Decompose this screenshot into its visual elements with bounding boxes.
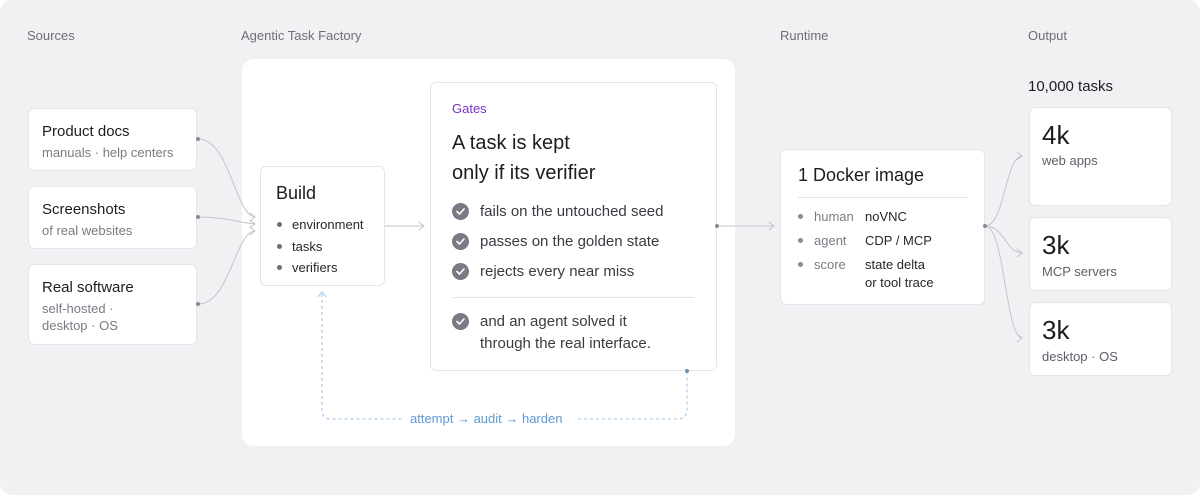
arrowhead-icon <box>1016 333 1023 343</box>
gate-check-item: passes on the golden state <box>452 231 659 253</box>
gates-divider <box>452 297 694 298</box>
runtime-row-agent: agent CDP / MCP <box>798 232 965 250</box>
runtime-value: CDP / MCP <box>865 233 932 248</box>
runtime-row-score: score state delta or tool trace <box>798 256 965 292</box>
gates-card: Gates A task is kept only if its verifie… <box>430 82 717 371</box>
build-item-label: environment <box>292 217 364 232</box>
build-item-label: tasks <box>292 238 323 254</box>
bullet-dot-icon <box>798 238 803 243</box>
build-title: Build <box>276 183 317 203</box>
gate-check-item: rejects every near miss <box>452 261 634 283</box>
output-count: 3k <box>1042 230 1070 260</box>
gate-check-label: fails on the untouched seed <box>480 203 664 220</box>
source-card-product-docs: Product docs manuals · help centers <box>28 108 197 171</box>
output-card-desktop-os: 3k desktop · OS <box>1029 302 1172 376</box>
gates-headline: A task is kept only if its verifier <box>452 128 595 188</box>
source-subtitle-line1: self-hosted · <box>42 301 114 316</box>
build-card: Build environment tasks verifiers <box>260 166 385 286</box>
runtime-key: agent <box>814 233 847 248</box>
bullet-dot-icon <box>798 262 803 267</box>
arrowhead-icon <box>1016 151 1023 161</box>
gates-headline-line2: only if its verifier <box>452 162 596 184</box>
source-subtitle-line2: desktop · OS <box>42 318 118 333</box>
arrowhead-icon <box>1016 248 1023 258</box>
check-circle-icon <box>452 203 469 220</box>
build-item: verifiers <box>277 257 364 279</box>
source-title: Screenshots <box>42 201 126 218</box>
gate-check-item: fails on the untouched seed <box>452 201 663 223</box>
build-item: environment <box>277 214 364 236</box>
column-label-output: Output <box>1028 28 1068 43</box>
build-list: environment tasks verifiers <box>277 214 364 279</box>
runtime-value: noVNC <box>865 209 907 224</box>
gate-final-check-line2: through the real interface. <box>480 335 651 352</box>
runtime-value: state delta or tool trace <box>865 256 965 292</box>
gate-final-check-label: and an agent solved it through the real … <box>480 311 651 355</box>
output-label: MCP servers <box>1042 264 1117 279</box>
column-label-factory: Agentic Task Factory <box>241 28 362 43</box>
source-card-screenshots: Screenshots of real websites <box>28 186 197 249</box>
source-subtitle: manuals · help centers <box>42 145 174 160</box>
output-card-web-apps: 4k web apps <box>1029 107 1172 206</box>
check-circle-icon <box>452 233 469 250</box>
build-item: tasks <box>277 236 364 258</box>
gate-final-check: and an agent solved it through the real … <box>452 311 651 355</box>
gate-final-check-line1: and an agent solved it <box>480 313 627 330</box>
gates-headline-line1: A task is kept <box>452 132 570 154</box>
output-total: 10,000 tasks <box>1028 78 1114 95</box>
output-count: 4k <box>1042 120 1070 150</box>
bullet-dot-icon <box>277 265 282 271</box>
runtime-card: 1 Docker image human noVNC agent CDP / M… <box>780 149 985 305</box>
runtime-value-line1: state delta <box>865 257 925 272</box>
bullet-dot-icon <box>798 214 803 219</box>
runtime-title: 1 Docker image <box>798 165 925 185</box>
diagram-canvas: Sources Agentic Task Factory Runtime Out… <box>0 0 1200 495</box>
column-label-runtime: Runtime <box>780 28 829 43</box>
column-label-sources: Sources <box>27 28 75 43</box>
source-card-real-software: Real software self-hosted · desktop · OS <box>28 264 197 345</box>
runtime-key: human <box>814 209 854 224</box>
source-title: Real software <box>42 279 134 296</box>
build-item-label: verifiers <box>292 260 338 275</box>
source-subtitle: of real websites <box>42 223 133 238</box>
runtime-value-line2: or tool trace <box>865 275 934 290</box>
runtime-divider <box>798 197 968 198</box>
feedback-loop-label: attempt → audit → harden <box>407 411 566 426</box>
source-title: Product docs <box>42 123 130 140</box>
check-circle-icon <box>452 263 469 280</box>
gate-check-label: passes on the golden state <box>480 233 660 250</box>
gate-check-label: rejects every near miss <box>480 263 635 280</box>
gates-label: Gates <box>452 101 487 116</box>
bullet-dot-icon <box>277 243 282 249</box>
check-circle-icon <box>452 313 469 330</box>
connector-runtime-to-desktop <box>984 225 1023 339</box>
output-label: desktop · OS <box>1042 349 1118 364</box>
bullet-dot-icon <box>277 222 282 228</box>
connector-runtime-to-web-apps <box>984 155 1023 227</box>
output-card-mcp-servers: 3k MCP servers <box>1029 217 1172 291</box>
runtime-key: score <box>814 257 846 272</box>
connector-runtime-to-mcp <box>984 225 1023 254</box>
output-label: web apps <box>1042 153 1098 168</box>
arrowhead-icon <box>768 221 775 231</box>
runtime-row-human: human noVNC <box>798 208 965 226</box>
output-count: 3k <box>1042 315 1070 345</box>
